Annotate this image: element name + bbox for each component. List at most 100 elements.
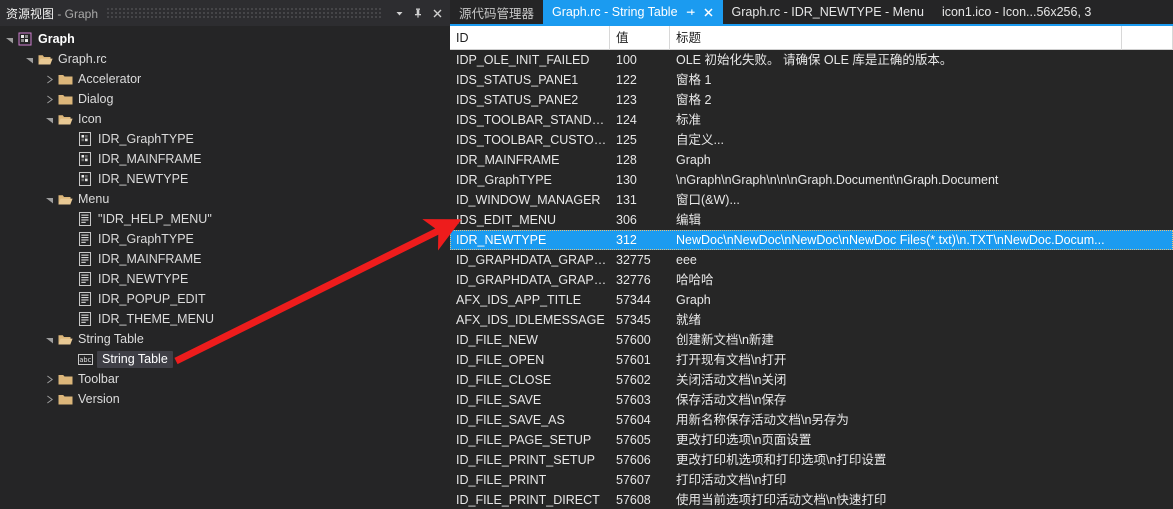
table-row[interactable]: IDR_GraphTYPE 130 \nGraph\nGraph\n\n\nGrap… [450,170,1173,190]
grid-cell-value: 306 [616,213,637,227]
table-row[interactable]: ID_FILE_SAVE 57603 保存活动文档\n保存 [450,390,1173,410]
tree-item-label: IDR_MAINFRAME [98,152,202,166]
project-icon [16,32,34,46]
table-row[interactable]: IDS_STATUS_PANE2 123 窗格 2 [450,90,1173,110]
table-row[interactable]: ID_GRAPHDATA_GRAPH... 32776 哈哈哈 [450,270,1173,290]
grid-cell-caption: 编辑 [676,213,702,227]
grid-column-header-0[interactable]: ID [450,26,610,50]
grid-cell-caption: eee [676,253,697,267]
tree-item-idr-help-menu[interactable]: "IDR_HELP_MENU" [0,209,450,229]
tree-item-graph[interactable]: Graph [0,29,450,49]
tree-item-dialog[interactable]: Dialog [0,89,450,109]
chevron-collapsed-icon[interactable] [42,375,56,384]
tree-item-string-table[interactable]: abc String Table [0,349,450,369]
tree-item-version[interactable]: Version [0,389,450,409]
visual-studio-window: 资源视图 - Graph Graph Graph.rc Accelerator Dia… [0,0,1173,509]
editor-tab-1[interactable]: Graph.rc - String Table [543,0,723,24]
resource-view-titlebar: 资源视图 - Graph [0,0,450,26]
table-row[interactable]: IDR_MAINFRAME 128 Graph [450,150,1173,170]
tree-item-label: Accelerator [78,72,142,86]
tree-item-menu[interactable]: Menu [0,189,450,209]
tree-item-label: Graph.rc [58,52,107,66]
table-row[interactable]: IDS_TOOLBAR_STANDA... 124 标准 [450,110,1173,130]
table-row[interactable]: ID_FILE_PRINT 57607 打印活动文档\n打印 [450,470,1173,490]
table-row[interactable]: AFX_IDS_IDLEMESSAGE 57345 就绪 [450,310,1173,330]
grid-cell-value: 57608 [616,493,651,507]
tree-item-label: String Table [97,350,173,368]
folder-icon [56,373,74,386]
tree-item-accelerator[interactable]: Accelerator [0,69,450,89]
chevron-collapsed-icon[interactable] [42,95,56,104]
chevron-expanded-icon[interactable] [2,35,16,44]
folder-open-icon [36,53,54,66]
grid-cell-id: AFX_IDS_IDLEMESSAGE [456,313,605,327]
string-table-icon: abc [76,353,94,366]
tree-item-idr-mainframe[interactable]: IDR_MAINFRAME [0,149,450,169]
editor-tabstrip[interactable]: 源代码管理器 Graph.rc - String Table Graph.rc - … [450,0,1173,24]
table-row[interactable]: ID_FILE_PRINT_SETUP 57606 更改打印机选项和打印选项\n打印… [450,450,1173,470]
editor-tab-3[interactable]: icon1.ico - Icon...56x256, 3 [933,0,1100,24]
close-icon[interactable] [428,4,446,22]
chevron-collapsed-icon[interactable] [42,395,56,404]
tab-close-icon[interactable] [703,7,714,18]
grid-cell-id: ID_FILE_SAVE [456,393,542,407]
tree-item-string-table[interactable]: String Table [0,329,450,349]
grid-cell-caption: 就绪 [676,313,702,327]
chevron-expanded-icon[interactable] [42,115,56,124]
table-row[interactable]: IDS_TOOLBAR_CUSTOM... 125 自定义... [450,130,1173,150]
tree-item-idr-popup-edit[interactable]: IDR_POPUP_EDIT [0,289,450,309]
tree-item-idr-newtype[interactable]: IDR_NEWTYPE [0,269,450,289]
dropdown-icon[interactable] [390,4,408,22]
editor-tab-label: icon1.ico - Icon...56x256, 3 [941,5,1092,19]
grid-cell-id: IDS_EDIT_MENU [456,213,557,227]
grid-cell-id: IDP_OLE_INIT_FAILED [456,53,590,67]
grid-cell-id: IDS_TOOLBAR_STANDA... [456,113,610,127]
table-row[interactable]: ID_FILE_CLOSE 57602 关闭活动文档\n关闭 [450,370,1173,390]
grid-column-header-1[interactable]: 值 [610,26,670,50]
icon-resource-icon [76,152,94,166]
menu-resource-icon [76,272,94,286]
grid-cell-value: 312 [616,233,637,247]
grid-cell-value: 32776 [616,273,651,287]
table-row[interactable]: ID_FILE_SAVE_AS 57604 用新名称保存活动文档\n另存为 [450,410,1173,430]
grid-column-header-2[interactable]: 标题 [670,26,1122,50]
tree-item-idr-graphtype[interactable]: IDR_GraphTYPE [0,229,450,249]
grid-header-row[interactable]: ID 值标题 [450,26,1173,50]
tab-pin-icon[interactable] [685,7,696,18]
editor-tab-label: Graph.rc - String Table [552,5,678,19]
chevron-expanded-icon[interactable] [22,55,36,64]
grid-rows[interactable]: IDP_OLE_INIT_FAILED 100 OLE 初始化失败。 请确保 OLE… [450,50,1173,509]
grid-cell-id: IDR_NEWTYPE [456,233,547,247]
table-row[interactable]: ID_FILE_NEW 57600 创建新文档\n新建 [450,330,1173,350]
table-row[interactable]: IDS_STATUS_PANE1 122 窗格 1 [450,70,1173,90]
tree-item-idr-mainframe[interactable]: IDR_MAINFRAME [0,249,450,269]
tree-item-graph-rc[interactable]: Graph.rc [0,49,450,69]
tree-item-idr-newtype[interactable]: IDR_NEWTYPE [0,169,450,189]
string-table-grid[interactable]: ID 值标题 IDP_OLE_INIT_FAILED 100 OLE 初始化失败。 请… [450,26,1173,509]
chevron-expanded-icon[interactable] [42,335,56,344]
chevron-expanded-icon[interactable] [42,195,56,204]
table-row[interactable]: IDR_NEWTYPE 312 NewDoc\nNewDoc\nNewDoc\nNe… [450,230,1173,250]
table-row[interactable]: ID_FILE_PAGE_SETUP 57605 更改打印选项\n页面设置 [450,430,1173,450]
table-row[interactable]: AFX_IDS_APP_TITLE 57344 Graph [450,290,1173,310]
table-row[interactable]: IDP_OLE_INIT_FAILED 100 OLE 初始化失败。 请确保 OLE… [450,50,1173,70]
table-row[interactable]: ID_GRAPHDATA_GRAPH... 32775 eee [450,250,1173,270]
chevron-collapsed-icon[interactable] [42,75,56,84]
tree-item-toolbar[interactable]: Toolbar [0,369,450,389]
tree-item-idr-graphtype[interactable]: IDR_GraphTYPE [0,129,450,149]
table-row[interactable]: ID_FILE_PRINT_DIRECT 57608 使用当前选项打印活动文档\n快… [450,490,1173,509]
tree-item-icon[interactable]: Icon [0,109,450,129]
pin-icon[interactable] [409,4,427,22]
tree-item-label: Version [78,392,120,406]
resource-tree[interactable]: Graph Graph.rc Accelerator Dialog Icon IDR_Gr… [0,26,450,509]
tree-item-idr-theme-menu[interactable]: IDR_THEME_MENU [0,309,450,329]
grid-cell-id: ID_FILE_PRINT [456,473,547,487]
table-row[interactable]: IDS_EDIT_MENU 306 编辑 [450,210,1173,230]
resource-view-title-main: 资源视图 [6,6,55,21]
editor-tab-2[interactable]: Graph.rc - IDR_NEWTYPE - Menu [723,0,933,24]
resource-view-title-sub: - Graph [54,6,99,21]
table-row[interactable]: ID_FILE_OPEN 57601 打开现有文档\n打开 [450,350,1173,370]
grid-cell-caption: 自定义... [676,133,724,147]
table-row[interactable]: ID_WINDOW_MANAGER 131 窗口(&W)... [450,190,1173,210]
editor-tab-0[interactable]: 源代码管理器 [450,0,543,24]
